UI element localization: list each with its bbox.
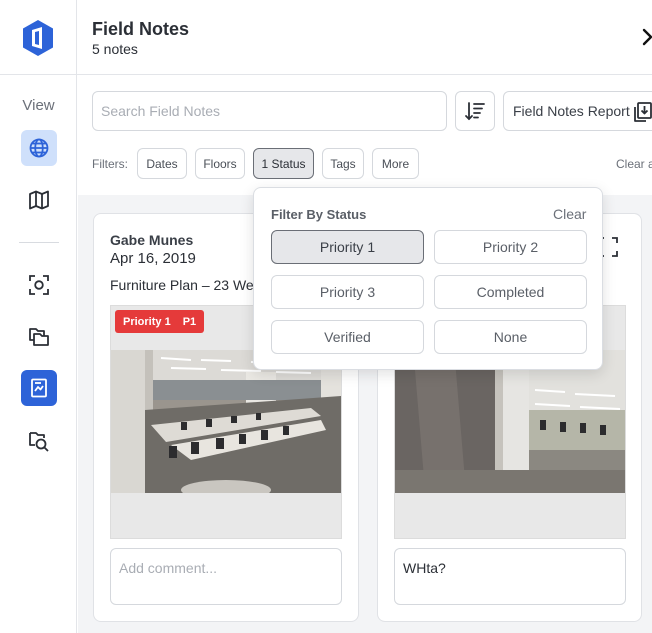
divider <box>0 74 77 75</box>
field-notes-icon <box>31 378 47 398</box>
scan-icon <box>29 275 49 295</box>
clear-all-link[interactable]: Clear a <box>616 157 652 171</box>
status-option-priority-3[interactable]: Priority 3 <box>271 275 424 309</box>
comment-input[interactable]: WHta? <box>394 548 626 605</box>
sort-button[interactable] <box>455 91 495 131</box>
map-view-button[interactable] <box>21 182 57 218</box>
add-comment-input[interactable]: Add comment... <box>110 548 342 605</box>
view-label: View <box>22 97 55 114</box>
filter-chip-floors[interactable]: Floors <box>195 148 245 179</box>
globe-view-button[interactable] <box>21 130 57 166</box>
map-icon <box>29 190 49 210</box>
report-button-label: Field Notes Report <box>513 103 630 119</box>
left-rail: View <box>0 0 77 633</box>
filter-chip-tags[interactable]: Tags <box>322 148 364 179</box>
field-notes-button[interactable] <box>21 370 57 406</box>
note-plan-name: Furniture Plan – 23 We <box>110 277 254 293</box>
dropdown-clear-link[interactable]: Clear <box>553 206 586 222</box>
divider <box>19 242 59 243</box>
status-option-verified[interactable]: Verified <box>271 320 424 354</box>
page-title: Field Notes <box>92 19 190 39</box>
status-option-completed[interactable]: Completed <box>434 275 587 309</box>
search-input[interactable] <box>92 91 447 131</box>
status-filter-dropdown: Filter By Status Clear Priority 1 Priori… <box>253 187 603 370</box>
app-logo-icon[interactable] <box>21 19 55 57</box>
globe-icon <box>29 138 49 158</box>
filters-label: Filters: <box>92 157 128 171</box>
priority-badge: Priority 1 P1 <box>115 310 205 333</box>
search-document-icon <box>29 432 49 452</box>
header: Field Notes 5 notes <box>77 0 652 75</box>
status-option-priority-2[interactable]: Priority 2 <box>434 230 587 264</box>
chevron-right-icon[interactable] <box>640 27 652 47</box>
status-option-none[interactable]: None <box>434 320 587 354</box>
filter-chip-status[interactable]: 1 Status <box>253 148 314 179</box>
note-author: Gabe Munes <box>110 232 194 248</box>
sort-icon <box>465 102 485 121</box>
priority-badge-code: P1 <box>182 315 197 328</box>
priority-badge-label: Priority 1 <box>123 315 171 328</box>
field-notes-report-button[interactable]: Field Notes Report <box>503 91 652 131</box>
status-option-priority-1[interactable]: Priority 1 <box>271 230 424 264</box>
notes-count: 5 notes <box>92 41 138 57</box>
office-photo[interactable] <box>111 350 341 493</box>
search-documents-button[interactable] <box>21 423 57 459</box>
office-photo[interactable] <box>395 350 625 493</box>
folders-icon <box>29 328 49 346</box>
dropdown-title: Filter By Status <box>271 207 367 222</box>
filter-chip-dates[interactable]: Dates <box>137 148 187 179</box>
capture-button[interactable] <box>21 267 57 303</box>
folders-button[interactable] <box>21 319 57 355</box>
download-document-icon <box>634 102 652 122</box>
note-date: Apr 16, 2019 <box>110 250 196 267</box>
filter-chip-more[interactable]: More <box>372 148 419 179</box>
